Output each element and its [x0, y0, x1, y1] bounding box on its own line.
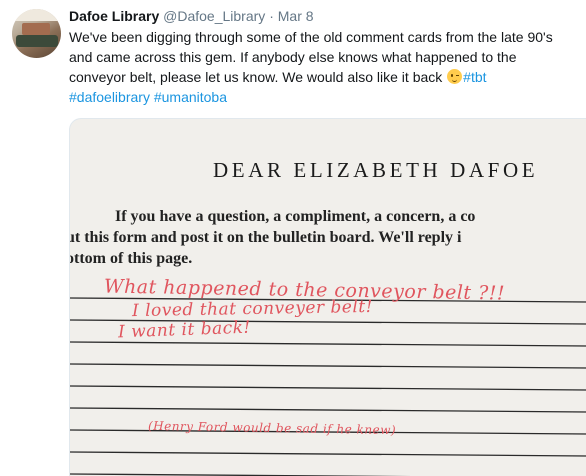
tweet-text-line-content: conveyor belt, please let us know. We wo… — [69, 69, 443, 85]
tweet-text: We've been digging through some of the o… — [69, 27, 574, 107]
hashtag-link[interactable]: #dafoelibrary — [69, 89, 150, 105]
user-handle[interactable]: @Dafoe_Library — [163, 8, 265, 24]
avatar-image-part — [22, 23, 50, 35]
hashtag-link[interactable]: #umanitoba — [154, 89, 227, 105]
avatar-image-part — [16, 35, 58, 47]
tweet-media-image[interactable]: DEAR ELIZABETH DAFOE If you have a quest… — [69, 118, 586, 476]
hashtag-link[interactable]: #tbt — [463, 69, 486, 85]
tweet-header: Dafoe Library @Dafoe_Library · Mar 8 — [69, 8, 314, 24]
comment-card-photo: DEAR ELIZABETH DAFOE If you have a quest… — [70, 119, 586, 476]
tweet-text-line: We've been digging through some of the o… — [69, 29, 553, 45]
tweet-text-line: conveyor belt, please let us know. We wo… — [69, 67, 574, 87]
display-name[interactable]: Dafoe Library — [69, 8, 159, 24]
separator: · — [269, 8, 274, 24]
tweet-date[interactable]: Mar 8 — [278, 8, 314, 24]
tweet-text-line: and came across this gem. If anybody els… — [69, 49, 517, 65]
avatar-image-part — [12, 9, 61, 21]
avatar[interactable] — [12, 9, 61, 58]
handwritten-line: I loved that conveyer belt! — [131, 296, 374, 322]
tweet[interactable]: Dafoe Library @Dafoe_Library · Mar 8 We'… — [0, 0, 586, 476]
winking-face-icon — [447, 69, 463, 84]
tweet-text-line: #dafoelibrary #umanitoba — [69, 87, 574, 107]
